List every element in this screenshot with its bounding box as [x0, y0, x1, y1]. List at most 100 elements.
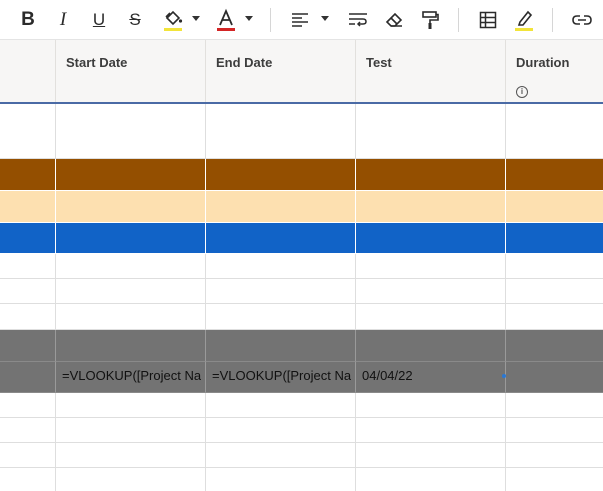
- row-handle-cell[interactable]: [0, 418, 56, 443]
- wrap-text-icon: [349, 13, 367, 27]
- row-handle-cell[interactable]: [0, 330, 56, 362]
- test-cell[interactable]: [356, 159, 506, 191]
- align-dropdown[interactable]: [320, 12, 330, 26]
- start-date-cell[interactable]: [56, 393, 206, 418]
- test-cell[interactable]: [356, 254, 506, 279]
- start-date-cell[interactable]: [56, 443, 206, 468]
- test-cell[interactable]: [356, 330, 506, 362]
- end-date-cell[interactable]: [206, 104, 356, 159]
- duration-cell[interactable]: [506, 330, 603, 362]
- text-color-icon: [217, 8, 235, 31]
- end-date-cell[interactable]: [206, 159, 356, 191]
- text-color-dropdown[interactable]: [244, 12, 254, 26]
- duration-cell[interactable]: [506, 191, 603, 223]
- link-button[interactable]: [569, 5, 595, 35]
- test-cell[interactable]: [356, 393, 506, 418]
- paint-bucket-icon: [164, 10, 183, 31]
- selection-handle[interactable]: [502, 374, 506, 378]
- sheet-grid: Start Date End Date Test Duration i =VLO…: [0, 40, 603, 491]
- start-date-cell[interactable]: [56, 304, 206, 330]
- start-date-cell[interactable]: [56, 104, 206, 159]
- end-date-cell[interactable]: [206, 443, 356, 468]
- test-cell[interactable]: [356, 279, 506, 304]
- duration-cell[interactable]: [506, 254, 603, 279]
- test-cell[interactable]: [356, 104, 506, 159]
- column-header-end-date[interactable]: End Date: [206, 40, 356, 102]
- underline-button[interactable]: U: [87, 5, 111, 35]
- row-handle-cell[interactable]: [0, 279, 56, 304]
- end-date-cell[interactable]: [206, 254, 356, 279]
- test-cell[interactable]: [356, 443, 506, 468]
- end-date-cell[interactable]: [206, 330, 356, 362]
- row-handle-cell[interactable]: [0, 468, 56, 491]
- test-cell[interactable]: [356, 468, 506, 491]
- duration-cell[interactable]: [506, 159, 603, 191]
- start-date-cell[interactable]: =VLOOKUP([Project Name]: [56, 362, 206, 393]
- duration-cell[interactable]: [506, 362, 603, 393]
- cell-value: 04/04/22: [362, 368, 413, 383]
- text-color-button[interactable]: [213, 5, 239, 35]
- end-date-cell[interactable]: [206, 191, 356, 223]
- row-handle-cell[interactable]: [0, 393, 56, 418]
- table-row: [0, 443, 603, 468]
- end-date-cell[interactable]: [206, 279, 356, 304]
- duration-cell[interactable]: [506, 279, 603, 304]
- end-date-cell[interactable]: =VLOOKUP([Project Name]: [206, 362, 356, 393]
- start-date-cell[interactable]: [56, 254, 206, 279]
- fill-color-dropdown[interactable]: [191, 12, 201, 26]
- start-date-cell[interactable]: [56, 468, 206, 491]
- highlight-button[interactable]: [511, 5, 537, 35]
- row-handle-cell[interactable]: [0, 223, 56, 254]
- strikethrough-button[interactable]: S: [123, 5, 147, 35]
- clear-format-button[interactable]: [381, 5, 407, 35]
- row-handle-cell[interactable]: [0, 443, 56, 468]
- column-header-duration[interactable]: Duration i: [506, 40, 603, 102]
- end-date-cell[interactable]: [206, 468, 356, 491]
- info-icon[interactable]: i: [516, 86, 528, 98]
- row-handle-cell[interactable]: [0, 254, 56, 279]
- end-date-cell[interactable]: [206, 304, 356, 330]
- test-cell[interactable]: 04/04/22: [356, 362, 506, 393]
- duration-cell[interactable]: [506, 443, 603, 468]
- align-button[interactable]: [288, 5, 312, 35]
- start-date-cell[interactable]: [56, 191, 206, 223]
- start-date-cell[interactable]: [56, 418, 206, 443]
- italic-icon: I: [59, 9, 67, 30]
- bold-button[interactable]: B: [16, 5, 40, 35]
- end-date-cell[interactable]: [206, 393, 356, 418]
- wrap-text-button[interactable]: [345, 5, 371, 35]
- column-header-test[interactable]: Test: [356, 40, 506, 102]
- duration-cell[interactable]: [506, 468, 603, 491]
- table-row: [0, 159, 603, 191]
- duration-cell[interactable]: [506, 104, 603, 159]
- test-cell[interactable]: [356, 223, 506, 254]
- fill-color-button[interactable]: [160, 5, 186, 35]
- start-date-cell[interactable]: [56, 159, 206, 191]
- end-date-cell[interactable]: [206, 418, 356, 443]
- end-date-cell[interactable]: [206, 223, 356, 254]
- duration-cell[interactable]: [506, 418, 603, 443]
- row-handle-cell[interactable]: [0, 159, 56, 191]
- row-handle-cell[interactable]: [0, 104, 56, 159]
- italic-button[interactable]: I: [51, 5, 75, 35]
- table-button[interactable]: [476, 5, 500, 35]
- toolbar-divider: [270, 8, 271, 32]
- test-cell[interactable]: [356, 418, 506, 443]
- duration-cell[interactable]: [506, 223, 603, 254]
- table-row: [0, 330, 603, 362]
- column-header-start-date[interactable]: Start Date: [56, 40, 206, 102]
- start-date-cell[interactable]: [56, 330, 206, 362]
- test-cell[interactable]: [356, 191, 506, 223]
- cell-value: =VLOOKUP([Project Name]: [62, 368, 201, 383]
- start-date-cell[interactable]: [56, 223, 206, 254]
- format-painter-button[interactable]: [417, 5, 443, 35]
- duration-cell[interactable]: [506, 393, 603, 418]
- test-cell[interactable]: [356, 304, 506, 330]
- row-handle-cell[interactable]: [0, 191, 56, 223]
- start-date-cell[interactable]: [56, 279, 206, 304]
- duration-cell[interactable]: [506, 304, 603, 330]
- row-handle-cell[interactable]: [0, 362, 56, 393]
- paint-roller-icon: [422, 11, 439, 29]
- highlighter-icon: [515, 10, 533, 31]
- row-handle-cell[interactable]: [0, 304, 56, 330]
